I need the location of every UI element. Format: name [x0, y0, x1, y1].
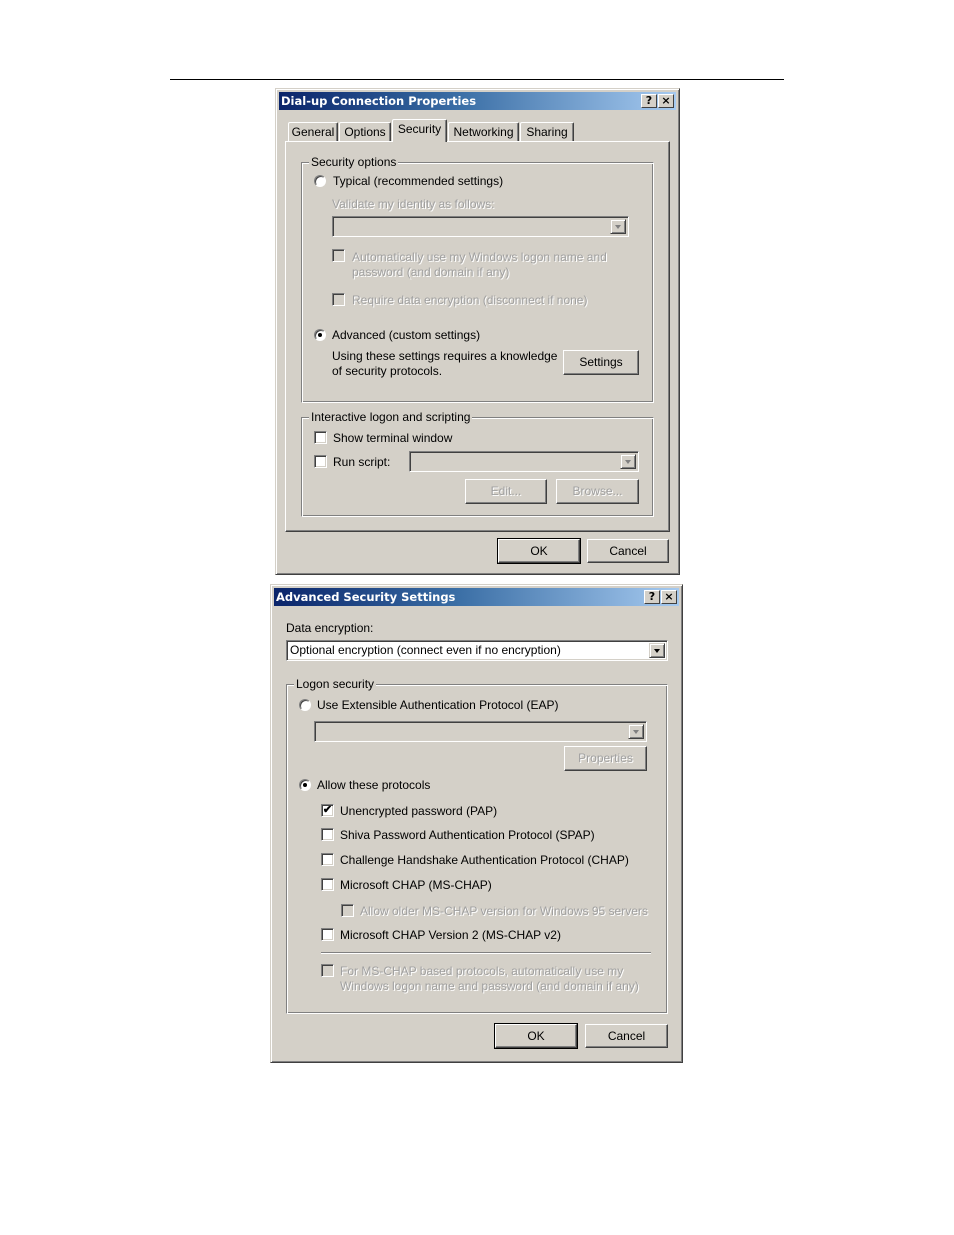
- auto-logon-label-2: password (and domain if any): [352, 265, 510, 279]
- tab-networking[interactable]: Networking: [448, 122, 519, 142]
- chevron-down-icon[interactable]: [649, 643, 665, 658]
- security-options-group: Security options Typical (recommended se…: [301, 155, 654, 403]
- ms-chap-v2-checkbox[interactable]: [321, 928, 334, 941]
- interactive-logon-group: Interactive logon and scripting Show ter…: [301, 410, 654, 517]
- ms-chap-v2-label: Microsoft CHAP Version 2 (MS-CHAP v2): [340, 928, 561, 942]
- chevron-down-icon[interactable]: [610, 219, 626, 234]
- auto-logon-checkbox[interactable]: [332, 249, 345, 262]
- data-encryption-combo[interactable]: Optional encryption (connect even if no …: [286, 640, 668, 661]
- tab-general[interactable]: General: [288, 122, 338, 142]
- advanced-note-1: Using these settings requires a knowledg…: [332, 349, 558, 363]
- pap-checkbox[interactable]: ✔: [321, 804, 334, 817]
- tab-label: Security: [397, 122, 442, 136]
- script-combo[interactable]: [409, 451, 639, 472]
- show-terminal-checkbox[interactable]: [314, 431, 327, 444]
- cancel-button[interactable]: Cancel: [587, 539, 669, 563]
- security-tab-panel: Security options Typical (recommended se…: [285, 141, 670, 532]
- data-encryption-label: Data encryption:: [286, 621, 374, 635]
- require-encryption-label: Require data encryption (disconnect if n…: [352, 293, 588, 307]
- older-ms-chap-label: Allow older MS-CHAP version for Windows …: [360, 904, 648, 918]
- chap-checkbox[interactable]: [321, 853, 334, 866]
- chevron-down-icon[interactable]: [628, 724, 644, 739]
- ok-button[interactable]: OK: [494, 1023, 578, 1049]
- tab-label: General: [291, 125, 335, 139]
- close-button[interactable]: ×: [661, 590, 677, 604]
- allow-protocols-label: Allow these protocols: [317, 778, 431, 792]
- title-bar: Dial-up Connection Properties ? ×: [279, 92, 676, 110]
- chap-label: Challenge Handshake Authentication Proto…: [340, 853, 629, 867]
- dialog-title: Advanced Security Settings: [276, 590, 456, 604]
- mschap-auto-logon-label-2: Windows logon name and password (and dom…: [340, 979, 639, 993]
- allow-protocols-radio[interactable]: [299, 779, 311, 791]
- separator: [321, 952, 651, 954]
- title-bar: Advanced Security Settings ? ×: [274, 588, 679, 606]
- eap-radio-label: Use Extensible Authentication Protocol (…: [317, 698, 559, 712]
- advanced-radio-label: Advanced (custom settings): [332, 328, 481, 342]
- eap-combo[interactable]: [314, 721, 647, 742]
- dialog-title: Dial-up Connection Properties: [281, 94, 477, 108]
- chevron-down-icon[interactable]: [620, 454, 636, 469]
- tab-label: Sharing: [526, 125, 568, 139]
- validate-identity-label: Validate my identity as follows:: [332, 197, 495, 211]
- eap-radio[interactable]: [299, 699, 311, 711]
- tab-options[interactable]: Options: [339, 122, 391, 142]
- tab-security[interactable]: Security: [392, 119, 447, 142]
- tab-sharing[interactable]: Sharing: [520, 122, 574, 142]
- close-button[interactable]: ×: [658, 94, 674, 108]
- auto-logon-label-1: Automatically use my Windows logon name …: [352, 250, 607, 264]
- mschap-auto-logon-label-1: For MS-CHAP based protocols, automatical…: [340, 964, 624, 978]
- mschap-auto-logon-checkbox[interactable]: [321, 964, 334, 977]
- advanced-security-dialog: Advanced Security Settings ? × Data encr…: [270, 584, 683, 1063]
- properties-button[interactable]: Properties: [564, 746, 647, 771]
- browse-button[interactable]: Browse...: [556, 479, 639, 504]
- ms-chap-label: Microsoft CHAP (MS-CHAP): [340, 878, 492, 892]
- validate-identity-combo[interactable]: [332, 216, 629, 237]
- tab-label: Networking: [453, 125, 514, 139]
- advanced-note-2: of security protocols.: [332, 364, 443, 378]
- help-button[interactable]: ?: [644, 590, 660, 604]
- page-rule: [170, 79, 784, 80]
- help-button[interactable]: ?: [641, 94, 657, 108]
- spap-checkbox[interactable]: [321, 828, 334, 841]
- older-ms-chap-checkbox[interactable]: [341, 904, 354, 917]
- edit-button[interactable]: Edit...: [465, 479, 547, 504]
- combo-value: Optional encryption (connect even if no …: [290, 643, 561, 657]
- spap-label: Shiva Password Authentication Protocol (…: [340, 828, 595, 842]
- group-title: Interactive logon and scripting: [309, 410, 473, 424]
- show-terminal-label: Show terminal window: [333, 431, 453, 445]
- pap-label: Unencrypted password (PAP): [340, 804, 498, 818]
- ms-chap-checkbox[interactable]: [321, 878, 334, 891]
- dial-up-properties-dialog: Dial-up Connection Properties ? × Genera…: [275, 88, 680, 575]
- advanced-radio[interactable]: [314, 329, 326, 341]
- require-encryption-checkbox[interactable]: [332, 293, 345, 306]
- tab-label: Options: [344, 125, 386, 139]
- group-title: Logon security: [294, 677, 377, 691]
- typical-radio[interactable]: [314, 175, 326, 187]
- run-script-label: Run script:: [333, 455, 391, 469]
- run-script-checkbox[interactable]: [314, 455, 327, 468]
- settings-button[interactable]: Settings: [563, 350, 639, 375]
- logon-security-group: Logon security Use Extensible Authentica…: [286, 677, 668, 1014]
- ok-button[interactable]: OK: [497, 538, 581, 564]
- typical-radio-label: Typical (recommended settings): [333, 174, 504, 188]
- cancel-button[interactable]: Cancel: [585, 1024, 668, 1048]
- group-title: Security options: [309, 155, 399, 169]
